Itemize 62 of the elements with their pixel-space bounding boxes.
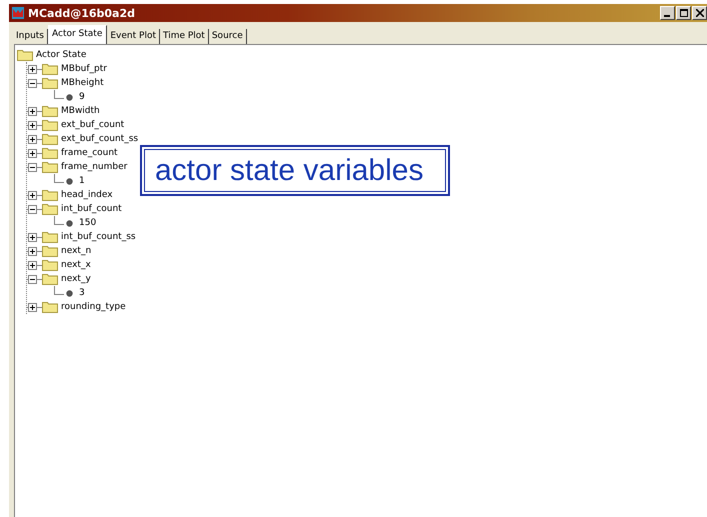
tree-item[interactable]: MBbuf_ptr <box>61 64 107 74</box>
leaf-dot-icon <box>66 290 73 296</box>
tree-item[interactable]: MBheight <box>61 78 104 88</box>
leaf-dot-icon <box>66 178 73 184</box>
collapse-icon[interactable] <box>28 78 37 88</box>
callout-text: actor state variables <box>155 154 424 188</box>
tree-item[interactable]: ext_buf_count <box>61 120 124 130</box>
folder-icon <box>42 119 58 131</box>
folder-icon <box>42 245 58 257</box>
tab[interactable]: Time Plot <box>160 29 209 44</box>
tree-item[interactable]: next_n <box>61 246 92 256</box>
maximize-button[interactable] <box>676 6 691 20</box>
tab[interactable]: Actor State <box>48 25 108 44</box>
tree-value: 150 <box>79 218 96 228</box>
leaf-dot-icon <box>66 94 73 100</box>
folder-icon <box>42 301 58 313</box>
window-title: MCadd@16b0a2d <box>28 6 136 20</box>
expand-icon[interactable] <box>28 260 37 270</box>
collapse-icon[interactable] <box>28 162 37 172</box>
folder-icon <box>42 63 58 75</box>
folder-icon <box>42 133 58 145</box>
close-button[interactable] <box>692 6 707 20</box>
expand-icon[interactable] <box>28 246 37 256</box>
folder-icon <box>42 231 58 243</box>
folder-icon <box>17 49 33 61</box>
folder-icon <box>42 161 58 173</box>
close-icon <box>696 9 704 17</box>
tree-item[interactable]: head_index <box>61 190 113 200</box>
collapse-icon[interactable] <box>28 274 37 284</box>
expand-icon[interactable] <box>28 64 37 74</box>
folder-icon <box>42 77 58 89</box>
tree-item[interactable]: MBwidth <box>61 106 100 116</box>
tree-item[interactable]: rounding_type <box>61 302 126 312</box>
folder-icon <box>42 105 58 117</box>
collapse-icon[interactable] <box>28 204 37 214</box>
minimize-button[interactable] <box>660 6 675 20</box>
maximize-icon <box>680 9 688 17</box>
tree-item[interactable]: next_y <box>61 274 91 284</box>
expand-icon[interactable] <box>28 302 37 312</box>
tree-value: 3 <box>79 288 85 298</box>
tree-item[interactable]: frame_number <box>61 162 128 172</box>
expand-icon[interactable] <box>28 106 37 116</box>
leaf-dot-icon <box>66 220 73 226</box>
folder-icon <box>42 259 58 271</box>
tree-value: 1 <box>79 176 85 186</box>
expand-icon[interactable] <box>28 232 37 242</box>
expand-icon[interactable] <box>28 134 37 144</box>
tree-item[interactable]: int_buf_count_ss <box>61 232 136 242</box>
app-icon <box>12 7 24 19</box>
expand-icon[interactable] <box>28 120 37 130</box>
tree-value: 9 <box>79 92 85 102</box>
tree-item[interactable]: next_x <box>61 260 91 270</box>
folder-icon <box>42 273 58 285</box>
tree-item[interactable]: Actor State <box>36 50 86 60</box>
expand-icon[interactable] <box>28 190 37 200</box>
tree-item[interactable]: frame_count <box>61 148 118 158</box>
folder-icon <box>42 147 58 159</box>
folder-icon <box>42 203 58 215</box>
tree-item[interactable]: ext_buf_count_ss <box>61 134 138 144</box>
expand-icon[interactable] <box>28 148 37 158</box>
folder-icon <box>42 189 58 201</box>
tree-item[interactable]: int_buf_count <box>61 204 122 214</box>
